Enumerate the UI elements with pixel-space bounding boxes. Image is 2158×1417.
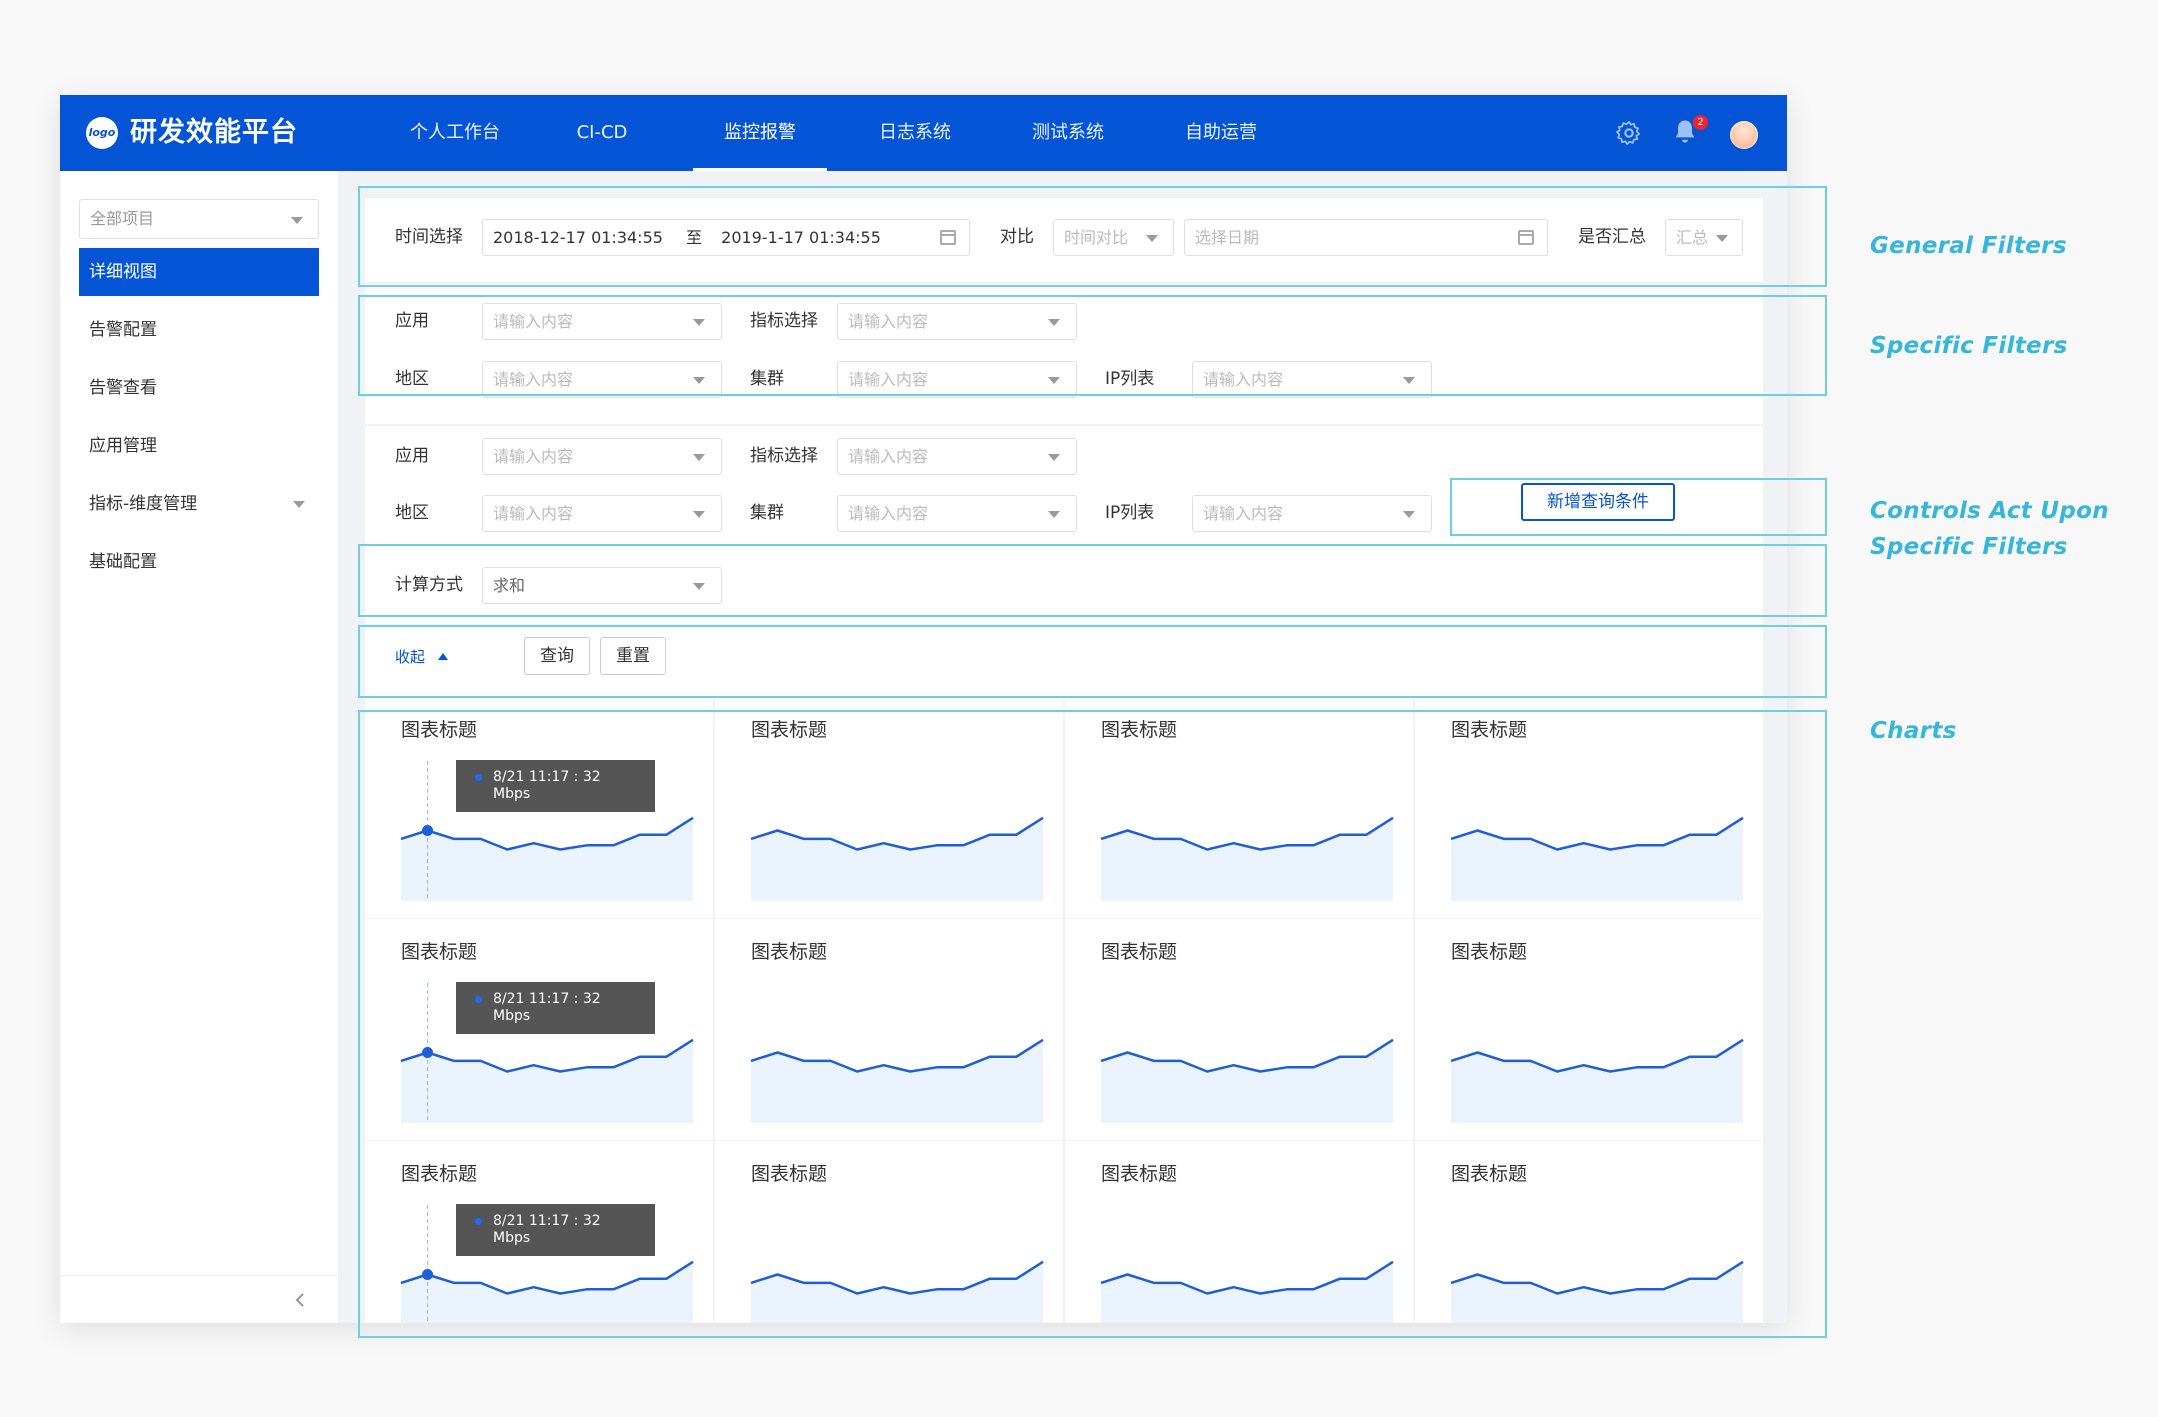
metric-label: 指标选择 <box>750 446 818 466</box>
cluster-select[interactable]: 请输入内容 <box>837 495 1077 532</box>
gear-icon[interactable] <box>1615 119 1643 147</box>
app-select-placeholder: 请输入内容 <box>493 447 574 466</box>
logo-icon: logo <box>86 117 118 149</box>
annotation-box-charts <box>358 710 1827 1338</box>
ip-list-select-placeholder: 请输入内容 <box>1203 504 1284 523</box>
chevron-down-icon <box>693 454 705 461</box>
project-select[interactable]: 全部项目 <box>79 199 319 239</box>
chevron-down-icon <box>1048 454 1060 461</box>
divider <box>365 424 1763 426</box>
nav-monitoring-alerts[interactable]: 监控报警 <box>693 95 827 171</box>
region-select-placeholder: 请输入内容 <box>493 504 574 523</box>
notification-badge: 2 <box>1693 115 1708 130</box>
ip-list-select[interactable]: 请输入内容 <box>1192 495 1432 532</box>
nav-test-system[interactable]: 测试系统 <box>1013 95 1123 171</box>
sidebar-item-metric-dimension[interactable]: 指标-维度管理 <box>79 480 319 528</box>
sidebar-item-label: 指标-维度管理 <box>89 494 198 514</box>
annotation-box-actions <box>358 625 1827 698</box>
app-select[interactable]: 请输入内容 <box>482 438 722 475</box>
annotation-box-controls <box>1450 478 1827 536</box>
project-select-value: 全部项目 <box>90 209 155 228</box>
chevron-left-icon <box>295 1293 304 1307</box>
annotation-charts: Charts <box>1870 718 1957 744</box>
chevron-down-icon <box>291 217 303 224</box>
chevron-down-icon <box>1048 511 1060 518</box>
region-select[interactable]: 请输入内容 <box>482 495 722 532</box>
annotation-general-filters: General Filters <box>1870 233 2067 259</box>
top-navigation-bar: logo 研发效能平台 个人工作台 CI-CD 监控报警 日志系统 测试系统 自… <box>60 95 1787 171</box>
annotation-box-calc <box>358 544 1827 617</box>
annotation-box-general-filters <box>358 186 1827 287</box>
nav-self-service[interactable]: 自助运营 <box>1166 95 1276 171</box>
metric-select[interactable]: 请输入内容 <box>837 438 1077 475</box>
chevron-down-icon <box>293 501 305 508</box>
chevron-down-icon <box>1403 511 1415 518</box>
metric-select-placeholder: 请输入内容 <box>848 447 929 466</box>
app-label: 应用 <box>395 446 429 466</box>
cluster-label: 集群 <box>750 503 784 523</box>
sidebar-item-alert-view[interactable]: 告警查看 <box>79 364 319 412</box>
annotation-box-specific-filters <box>358 295 1827 396</box>
region-label: 地区 <box>395 503 429 523</box>
sidebar: 全部项目 详细视图 告警配置 告警查看 应用管理 指标-维度管理 基础配置 <box>60 171 338 1323</box>
sidebar-item-detail-view[interactable]: 详细视图 <box>79 248 319 296</box>
ip-list-label: IP列表 <box>1105 503 1155 523</box>
nav-personal-workspace[interactable]: 个人工作台 <box>395 95 515 171</box>
cluster-select-placeholder: 请输入内容 <box>848 504 929 523</box>
sidebar-collapse-button[interactable] <box>60 1275 338 1323</box>
chevron-down-icon <box>693 511 705 518</box>
annotation-specific-filters: Specific Filters <box>1870 333 2068 359</box>
nav-ci-cd[interactable]: CI-CD <box>557 95 647 171</box>
avatar[interactable] <box>1730 121 1758 149</box>
sidebar-item-basic-config[interactable]: 基础配置 <box>79 538 319 586</box>
nav-log-system[interactable]: 日志系统 <box>860 95 970 171</box>
brand-title: 研发效能平台 <box>130 117 298 148</box>
sidebar-item-alert-config[interactable]: 告警配置 <box>79 306 319 354</box>
annotation-controls: Controls Act Upon Specific Filters <box>1870 498 2109 560</box>
sidebar-item-app-management[interactable]: 应用管理 <box>79 422 319 470</box>
